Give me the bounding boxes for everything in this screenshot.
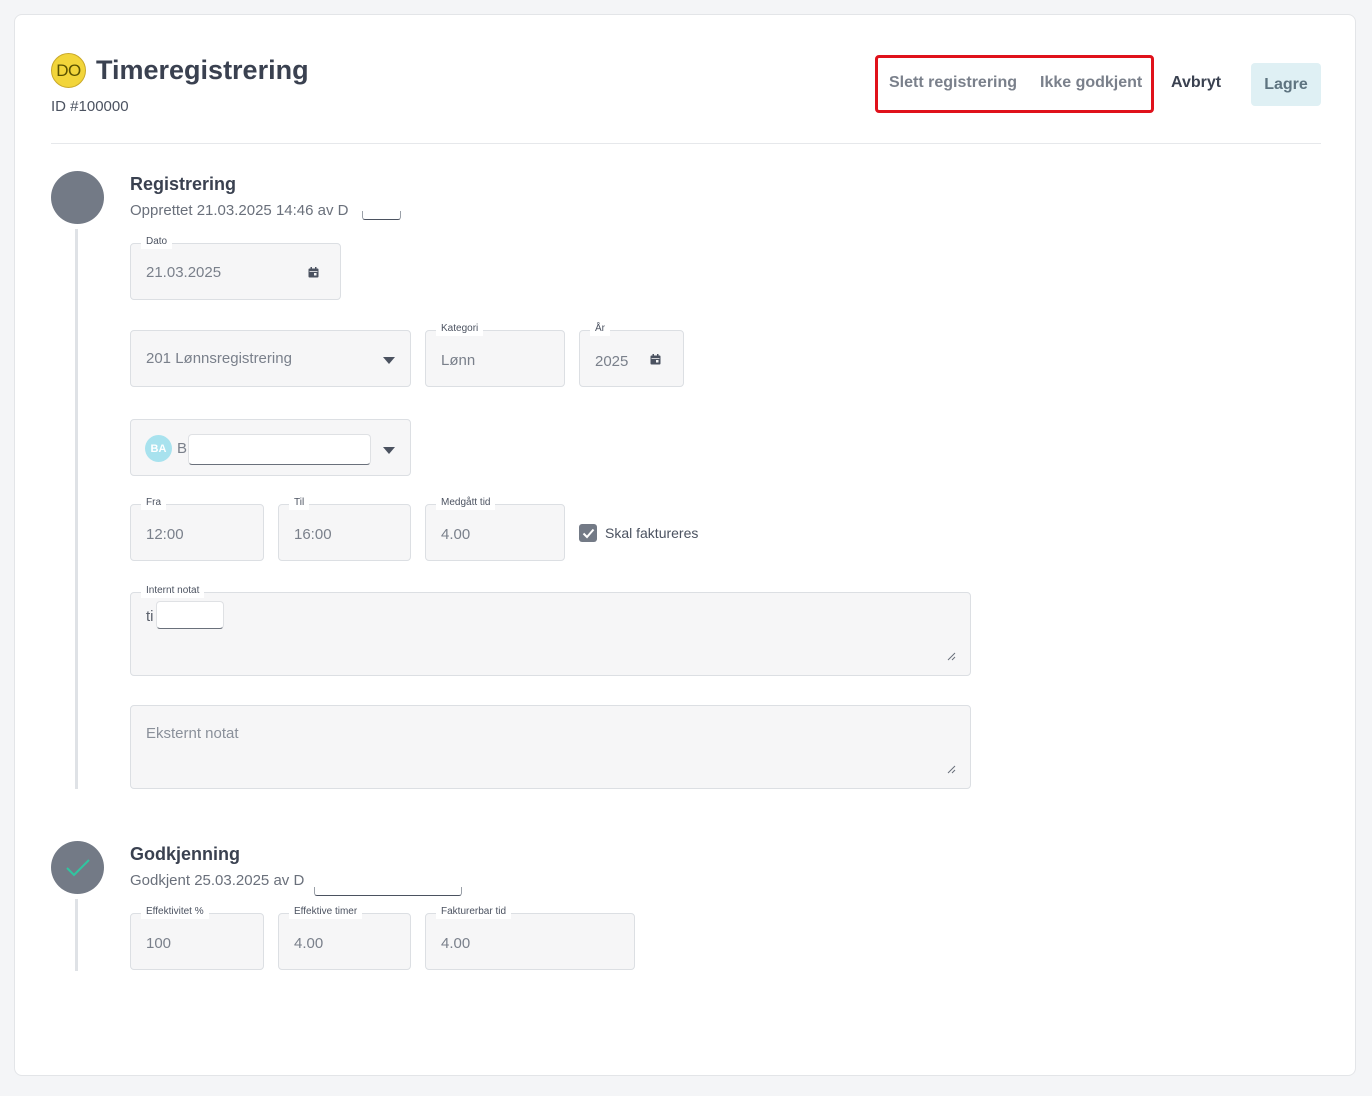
effective-hours-value: 4.00 — [294, 935, 324, 952]
efficiency-field[interactable]: Effektivitet % 100 — [130, 905, 264, 970]
year-value: 2025 — [595, 353, 629, 370]
billable-checkbox[interactable] — [579, 524, 597, 542]
registration-title: Registrering — [130, 174, 237, 194]
project-value: 201 Lønnsregistrering — [146, 350, 292, 367]
resize-handle-icon[interactable] — [947, 652, 956, 661]
billable-label: Skal faktureres — [605, 525, 699, 541]
redacted-person-name — [188, 434, 371, 465]
internal-note-label: Internt notat — [141, 584, 205, 598]
redacted-name — [362, 211, 401, 220]
duration-value: 4.00 — [441, 526, 471, 543]
from-value: 12:00 — [146, 526, 184, 543]
to-value: 16:00 — [294, 526, 332, 543]
approval-subtitle: Godkjent 25.03.2025 av D — [130, 872, 305, 889]
date-label: Dato — [141, 235, 173, 249]
billable-time-label: Fakturerbar tid — [436, 905, 512, 919]
check-icon — [582, 528, 594, 538]
category-value: Lønn — [441, 352, 476, 369]
chevron-down-icon[interactable] — [383, 447, 395, 454]
cancel-button[interactable]: Avbryt — [1171, 74, 1221, 92]
calendar-icon[interactable] — [650, 354, 661, 365]
external-note-placeholder: Eksternt notat — [146, 725, 239, 742]
external-note-textarea[interactable]: Eksternt notat — [130, 705, 971, 789]
from-time-field[interactable]: Fra 12:00 — [130, 496, 264, 561]
person-select[interactable]: BA B — [130, 419, 411, 476]
duration-field[interactable]: Medgått tid 4.00 — [425, 496, 565, 561]
redacted-approver-name — [314, 887, 462, 896]
calendar-icon[interactable] — [308, 267, 319, 278]
person-value: B — [177, 440, 188, 457]
to-time-field[interactable]: Til 16:00 — [278, 496, 411, 561]
effective-hours-field[interactable]: Effektive timer 4.00 — [278, 905, 411, 970]
year-label: År — [590, 322, 610, 336]
time-registration-card: DO Timeregistrering ID #100000 Slett reg… — [14, 14, 1356, 1076]
approval-step-icon — [51, 841, 104, 894]
efficiency-label: Effektivitet % — [141, 905, 209, 919]
person-avatar: BA — [145, 435, 172, 462]
billable-time-field[interactable]: Fakturerbar tid 4.00 — [425, 905, 635, 970]
efficiency-value: 100 — [146, 935, 172, 952]
record-id: ID #100000 — [51, 98, 129, 115]
owner-avatar: DO — [51, 53, 86, 88]
resize-handle-icon[interactable] — [947, 765, 956, 774]
save-button[interactable]: Lagre — [1251, 63, 1321, 106]
project-select[interactable]: 201 Lønnsregistrering — [130, 330, 411, 387]
to-label: Til — [289, 496, 310, 510]
duration-label: Medgått tid — [436, 496, 496, 510]
category-field[interactable]: Kategori Lønn — [425, 322, 565, 387]
approval-title: Godkjenning — [130, 844, 240, 864]
page-title: Timeregistrering — [96, 55, 309, 85]
delete-registration-button[interactable]: Slett registrering — [889, 74, 1017, 92]
internal-note-value: ti — [146, 608, 154, 625]
registration-subtitle: Opprettet 21.03.2025 14:46 av D — [130, 202, 349, 219]
date-field[interactable]: Dato 21.03.2025 — [130, 235, 341, 300]
header-divider — [51, 143, 1321, 144]
timeline-line — [75, 229, 78, 789]
registration-step-icon — [51, 171, 104, 224]
internal-note-textarea[interactable]: Internt notat ti — [130, 584, 971, 676]
timeline-line — [75, 899, 78, 971]
effective-hours-label: Effektive timer — [289, 905, 363, 919]
reject-button[interactable]: Ikke godkjent — [1040, 74, 1142, 92]
billable-time-value: 4.00 — [441, 935, 471, 952]
year-field[interactable]: År 2025 — [579, 322, 684, 387]
check-icon — [65, 858, 90, 876]
redacted-note-text — [156, 601, 224, 629]
chevron-down-icon[interactable] — [383, 357, 395, 364]
category-label: Kategori — [436, 322, 484, 336]
from-label: Fra — [141, 496, 166, 510]
date-value: 21.03.2025 — [146, 264, 222, 281]
